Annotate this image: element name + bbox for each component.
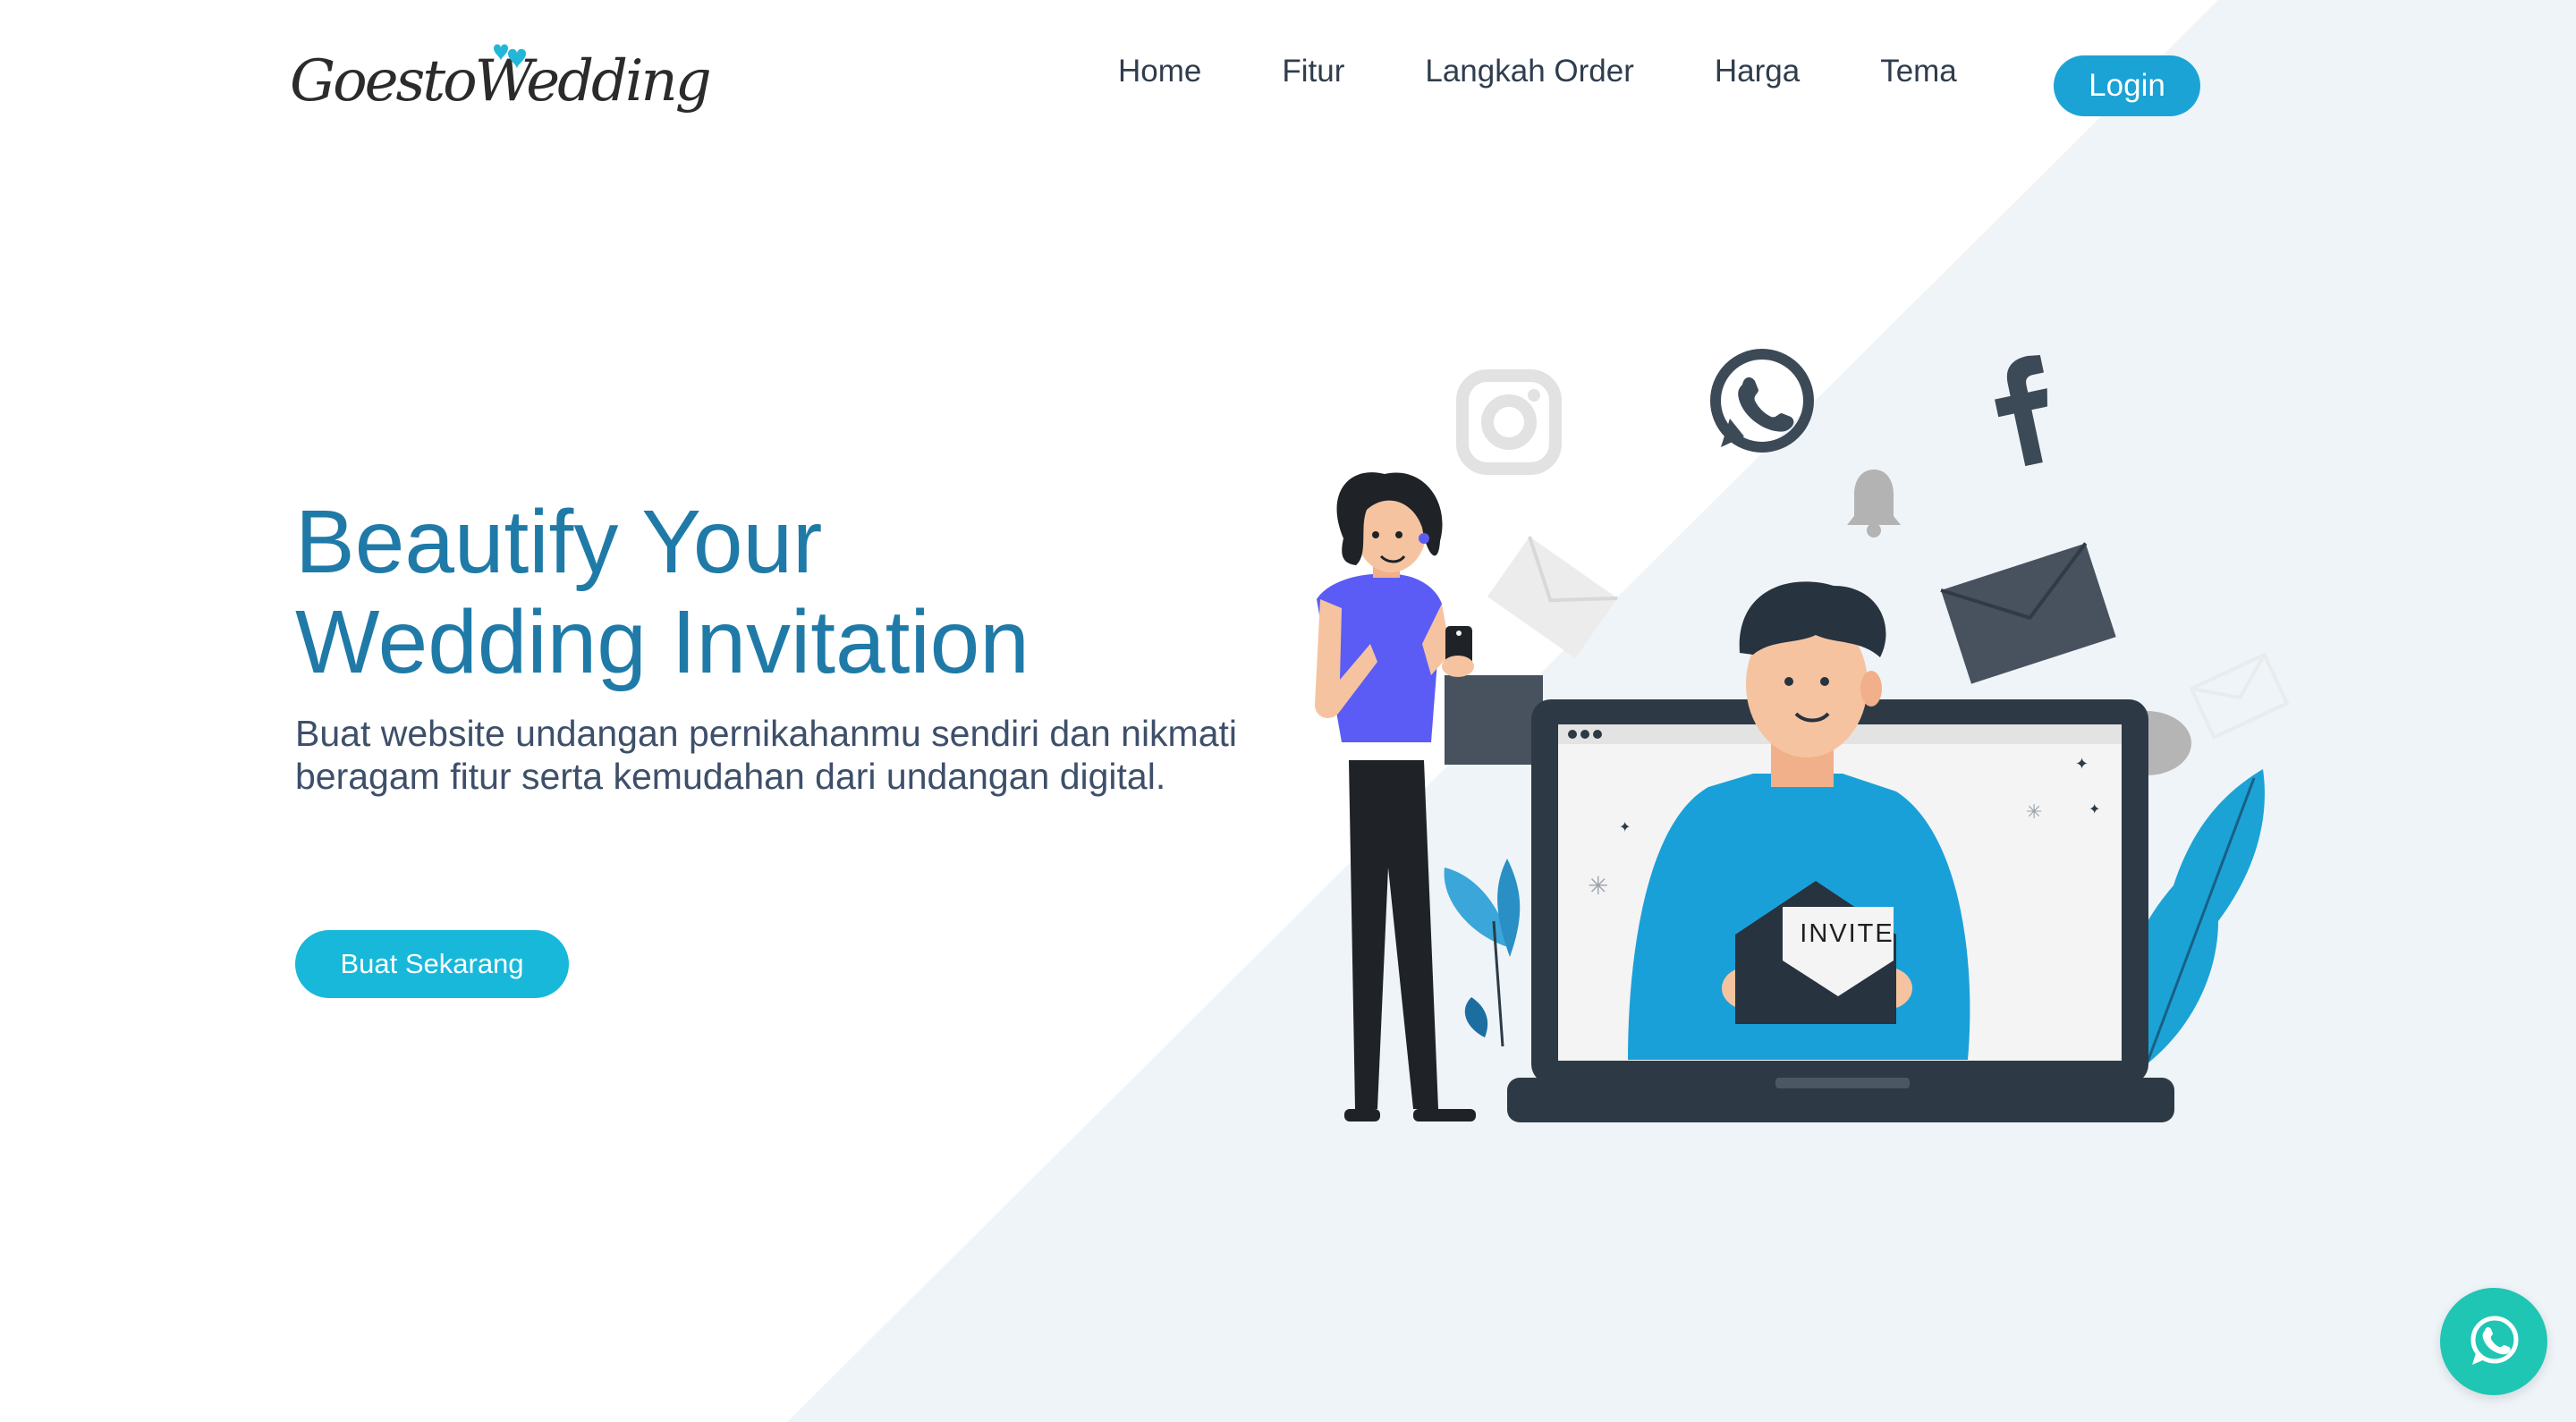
svg-text:✳: ✳	[1588, 872, 1608, 900]
envelope-icon-faint	[2189, 652, 2290, 741]
buat-sekarang-button[interactable]: Buat Sekarang	[295, 930, 569, 998]
navbar: GoestoWedding Home Fitur Langkah Order H…	[0, 0, 2576, 170]
illustration-svg: ✦ ✦ ✦ ✳ ✳	[1315, 349, 2290, 1122]
hero-section: Beautify Your Wedding Invitation Buat we…	[295, 492, 1297, 798]
nav-langkah-order[interactable]: Langkah Order	[1425, 54, 1633, 89]
logo[interactable]: GoestoWedding	[290, 32, 712, 140]
nav-home[interactable]: Home	[1118, 54, 1201, 89]
hero-title: Beautify Your Wedding Invitation	[295, 492, 1297, 692]
svg-text:✦: ✦	[2089, 802, 2100, 817]
svg-text:✦: ✦	[2075, 755, 2089, 773]
whatsapp-icon	[2470, 1316, 2519, 1365]
whatsapp-icon	[1710, 349, 1814, 453]
hero-title-line1: Beautify Your	[295, 492, 823, 592]
man-figure	[1628, 581, 1970, 1060]
hero-title-line2: Wedding Invitation	[295, 592, 1030, 692]
envelope-back	[1445, 675, 1543, 765]
hearts-icon	[494, 44, 526, 69]
facebook-icon	[1995, 354, 2047, 467]
invite-envelope-text: INVITE	[1800, 919, 1894, 948]
hero-illustration: ✦ ✦ ✦ ✳ ✳ INVITE	[1288, 331, 2317, 1154]
bell-icon	[1847, 470, 1901, 537]
svg-text:✳: ✳	[2026, 800, 2042, 823]
nav-tema[interactable]: Tema	[1880, 54, 1957, 89]
instagram-icon	[1456, 369, 1562, 475]
login-button[interactable]: Login	[2054, 55, 2200, 116]
hero-subtitle: Buat website undangan pernikahanmu sendi…	[295, 713, 1238, 797]
whatsapp-floating-button[interactable]	[2440, 1288, 2547, 1395]
nav-fitur[interactable]: Fitur	[1282, 54, 1344, 89]
envelope-icon-dark	[1940, 542, 2116, 684]
plant-left	[1444, 859, 1521, 1047]
envelope-icon-light	[1487, 536, 1618, 658]
svg-text:✦: ✦	[1619, 820, 1631, 835]
nav-harga[interactable]: Harga	[1715, 54, 1800, 89]
nav-menu: Home Fitur Langkah Order Harga Tema	[1118, 54, 2038, 89]
woman-figure	[1315, 472, 1476, 1122]
